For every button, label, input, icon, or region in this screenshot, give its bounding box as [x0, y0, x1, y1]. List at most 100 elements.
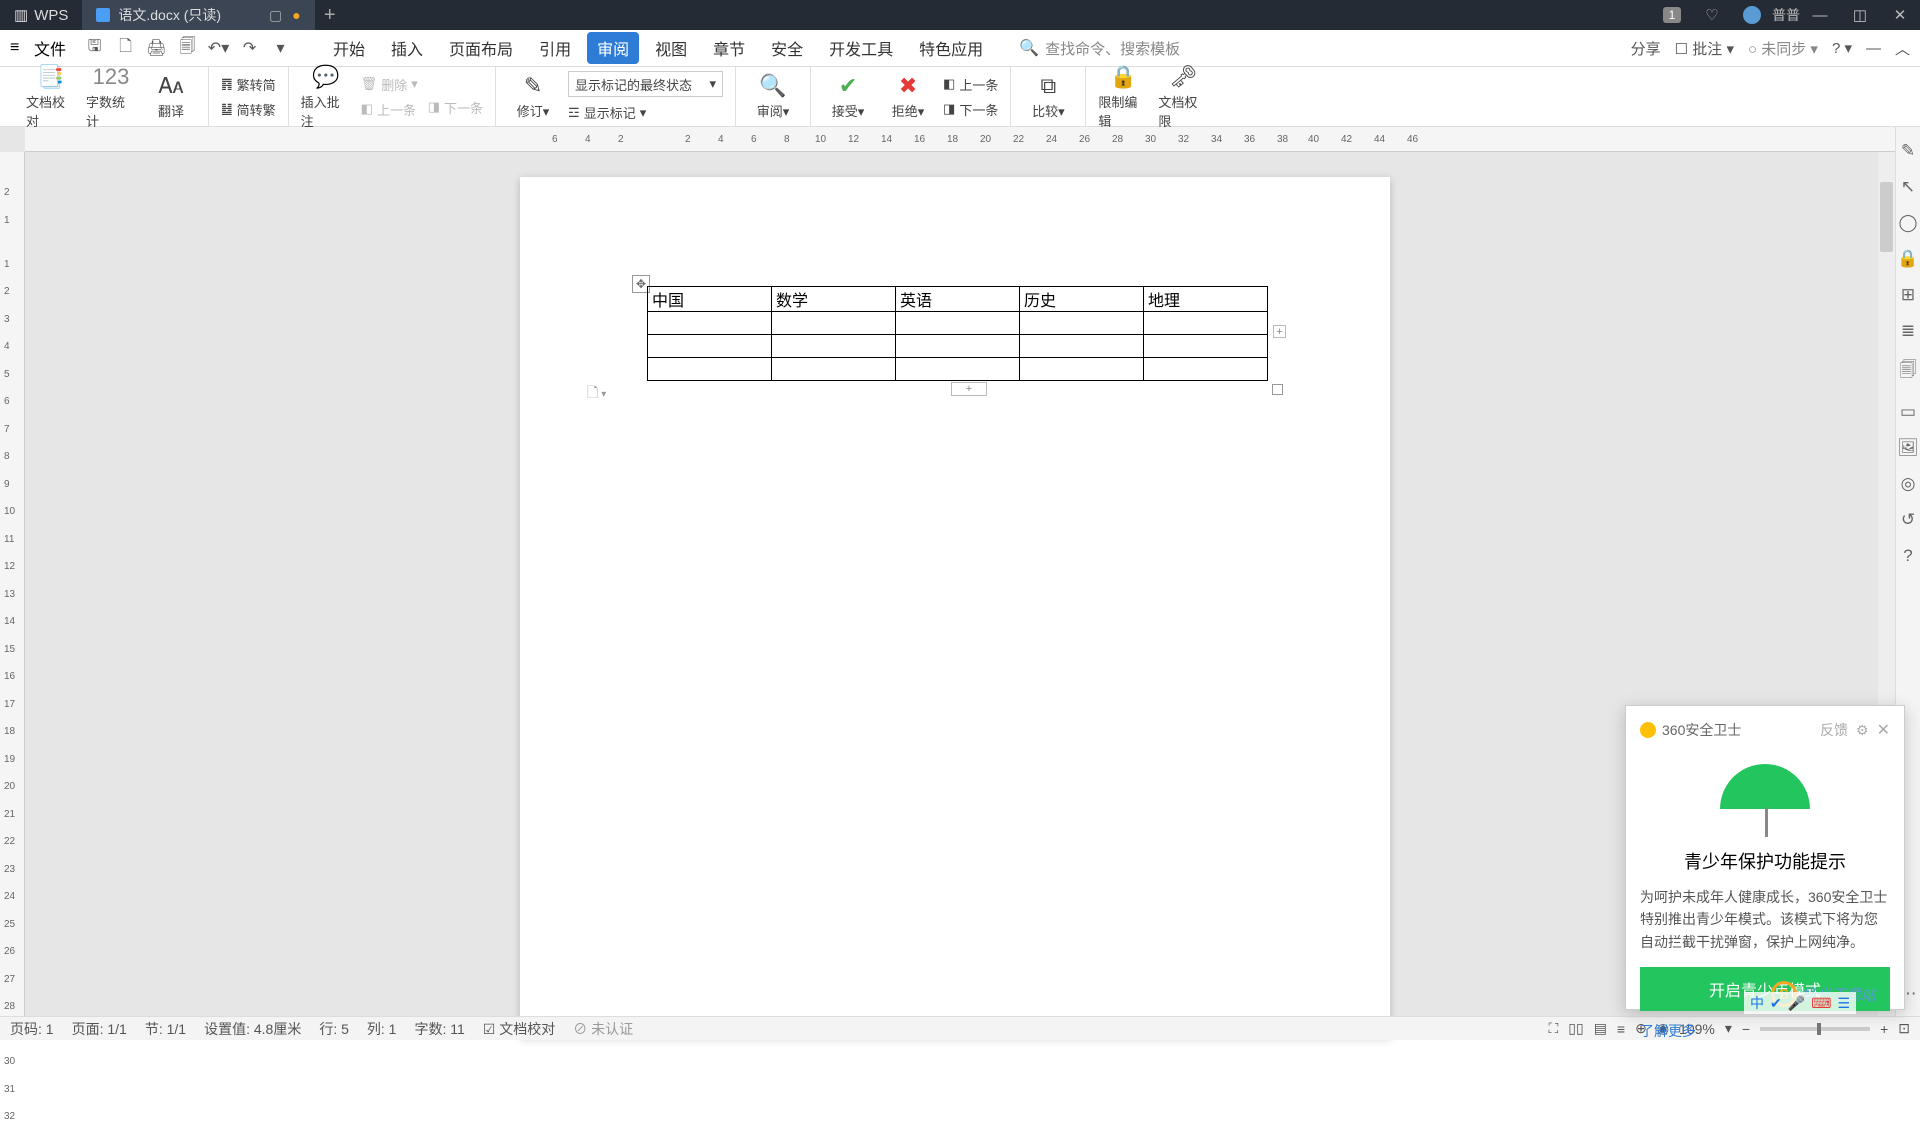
user-avatar[interactable] — [1732, 0, 1772, 30]
table-cell[interactable]: 地理 — [1144, 287, 1268, 312]
maximize-button[interactable]: ◫ — [1840, 0, 1880, 30]
paragraph-mark: 🗋▾ — [587, 382, 606, 406]
minimize-button[interactable]: — — [1800, 0, 1840, 30]
compare-button[interactable]: ⧉比较▾ — [1023, 73, 1073, 120]
tab-menu-icon[interactable]: ▢ — [269, 7, 282, 24]
delete-comment-button[interactable]: 🗑删除▾ — [361, 75, 418, 94]
table-row — [648, 358, 1268, 381]
annotate-button[interactable]: ☐ 批注 ▾ — [1675, 38, 1734, 59]
shape-tool-icon[interactable]: ◯ — [1898, 213, 1917, 233]
table-cell[interactable]: 英语 — [896, 287, 1020, 312]
image-icon[interactable]: 🖼 — [1897, 438, 1919, 458]
close-button[interactable]: ✕ — [1880, 0, 1920, 30]
next-comment-top-button[interactable] — [428, 77, 483, 92]
table-row — [648, 335, 1268, 358]
panel-icon[interactable]: ▭ — [1900, 402, 1916, 422]
status-auth[interactable]: ⊘ 未认证 — [573, 1019, 633, 1039]
show-markup-button[interactable]: ☲显示标记▾ — [568, 103, 723, 122]
review-pane-button[interactable]: 🔍审阅▾ — [748, 73, 798, 120]
file-menu[interactable]: 文件 — [34, 36, 66, 60]
help-icon[interactable]: ? ▾ — [1832, 39, 1852, 57]
pagemode-icon[interactable]: ▤ — [1594, 1020, 1607, 1037]
menu-insert[interactable]: 插入 — [381, 32, 433, 64]
doc-permission-button[interactable]: 🗝文档权限 — [1158, 64, 1208, 130]
status-pageno[interactable]: 页码: 1 — [10, 1019, 54, 1039]
popup-close-icon[interactable]: ✕ — [1877, 720, 1890, 740]
adjust-icon[interactable]: ≣ — [1901, 321, 1915, 341]
user-name[interactable]: 普普 — [1772, 0, 1800, 30]
grid-icon[interactable]: ⊞ — [1901, 285, 1915, 305]
add-row-button[interactable]: + — [951, 382, 987, 396]
fullscreen-icon[interactable]: ⛶ — [1548, 1020, 1558, 1037]
target-icon[interactable]: ◎ — [1901, 474, 1916, 494]
popup-feedback[interactable]: 反馈 — [1820, 720, 1848, 740]
menu-special[interactable]: 特色应用 — [909, 32, 993, 64]
horizontal-ruler[interactable]: 642 246 81012 141618 202224 262830 32343… — [25, 127, 1895, 152]
readmode-icon[interactable]: ▯▯ — [1568, 1020, 1583, 1037]
translate-button[interactable]: 🗛翻译 — [146, 73, 196, 120]
table-cell[interactable]: 历史 — [1020, 287, 1144, 312]
menu-review[interactable]: 审阅 — [587, 32, 639, 64]
select-tool-icon[interactable]: ↖ — [1901, 177, 1915, 197]
table-cell[interactable]: 中国 — [648, 287, 772, 312]
help-side-icon[interactable]: ? — [1903, 546, 1912, 566]
menu-security[interactable]: 安全 — [761, 32, 813, 64]
history-icon[interactable]: ↺ — [1901, 510, 1915, 530]
table-resize-handle[interactable] — [1272, 384, 1283, 395]
to-simplified-button[interactable]: ䷴繁转简 — [221, 75, 276, 94]
popup-settings-icon[interactable]: ⚙ — [1856, 722, 1869, 739]
wordcount-button[interactable]: 123字数统计 — [86, 64, 136, 130]
skin-icon[interactable]: ♡ — [1692, 0, 1732, 30]
ribbon-collapse-icon[interactable]: ︿ — [1895, 38, 1910, 59]
hamburger-icon[interactable]: ≡ — [10, 39, 28, 57]
popup-learn-more-link[interactable]: 了解更多 — [1640, 1021, 1696, 1041]
vertical-ruler[interactable]: 2112345678910111213141516171819202122232… — [0, 152, 25, 1016]
menu-reference[interactable]: 引用 — [529, 32, 581, 64]
redo-icon[interactable]: ↷ — [237, 36, 262, 61]
share-button[interactable]: 分享 — [1631, 38, 1661, 59]
next-comment-button[interactable]: ◨下一条 — [428, 98, 483, 117]
ime-bar[interactable]: 中✔🎤⌨☰ — [1744, 992, 1856, 1014]
reject-button[interactable]: ✖拒绝▾ — [883, 73, 933, 120]
search-box[interactable]: 查找命令、搜索模板 — [1045, 38, 1180, 59]
lock-icon[interactable]: 🔒 — [1897, 249, 1918, 269]
menu-layout[interactable]: 页面布局 — [439, 32, 523, 64]
markup-state-select[interactable]: 显示标记的最终状态▾ — [568, 71, 723, 97]
notification-badge[interactable]: 1 — [1652, 0, 1692, 30]
document-page[interactable]: ✥ 中国 数学 英语 历史 地理 + + 🗋▾ — [520, 177, 1390, 1037]
print-preview-icon[interactable]: 🗋 — [113, 36, 138, 61]
menu-start[interactable]: 开始 — [323, 32, 375, 64]
document-tab[interactable]: 语文.docx (只读) ▢ ● — [82, 0, 314, 30]
docs-icon[interactable]: 🗐 — [1900, 357, 1917, 386]
proofing-button[interactable]: 📑文档校对 — [26, 64, 76, 130]
print-icon[interactable]: 🖨 — [144, 36, 169, 61]
fit-icon[interactable]: ⊡ — [1898, 1020, 1910, 1037]
document-table[interactable]: 中国 数学 英语 历史 地理 — [647, 286, 1268, 381]
insert-comment-button[interactable]: 💬插入批注 — [301, 64, 351, 130]
new-tab-button[interactable]: + — [315, 4, 345, 27]
prev-change-button[interactable]: ◧上一条 — [943, 75, 998, 94]
menu-view[interactable]: 视图 — [645, 32, 697, 64]
menu-chapter[interactable]: 章节 — [703, 32, 755, 64]
restrict-edit-button[interactable]: 🔒限制编辑 — [1098, 64, 1148, 130]
undo-icon[interactable]: ↶▾ — [206, 36, 231, 61]
prev-comment-button[interactable]: ◧上一条 — [361, 100, 418, 119]
qat-customize-icon[interactable]: ▾ — [268, 36, 293, 61]
status-page[interactable]: 页面: 1/1 — [72, 1019, 127, 1039]
next-change-button[interactable]: ◨下一条 — [943, 100, 998, 119]
status-proofing[interactable]: ☑ 文档校对 — [483, 1019, 555, 1039]
menu-devtools[interactable]: 开发工具 — [819, 32, 903, 64]
add-column-button[interactable]: + — [1273, 325, 1286, 338]
sync-button[interactable]: ○ 未同步 ▾ — [1748, 38, 1818, 59]
print-direct-icon[interactable]: 🗐 — [175, 36, 200, 61]
outline-icon[interactable]: ≡ — [1617, 1021, 1625, 1037]
ribbon-minimize-icon[interactable]: — — [1866, 40, 1881, 57]
edit-tool-icon[interactable]: ✎ — [1901, 141, 1915, 161]
status-words[interactable]: 字数: 11 — [414, 1019, 464, 1039]
document-area: 642 246 81012 141618 202224 262830 32343… — [0, 127, 1895, 1016]
accept-button[interactable]: ✔接受▾ — [823, 73, 873, 120]
track-changes-button[interactable]: ✎修订▾ — [508, 73, 558, 120]
save-icon[interactable]: 🖫 — [82, 36, 107, 61]
to-traditional-button[interactable]: ䷵简转繁 — [221, 100, 276, 119]
table-cell[interactable]: 数学 — [772, 287, 896, 312]
